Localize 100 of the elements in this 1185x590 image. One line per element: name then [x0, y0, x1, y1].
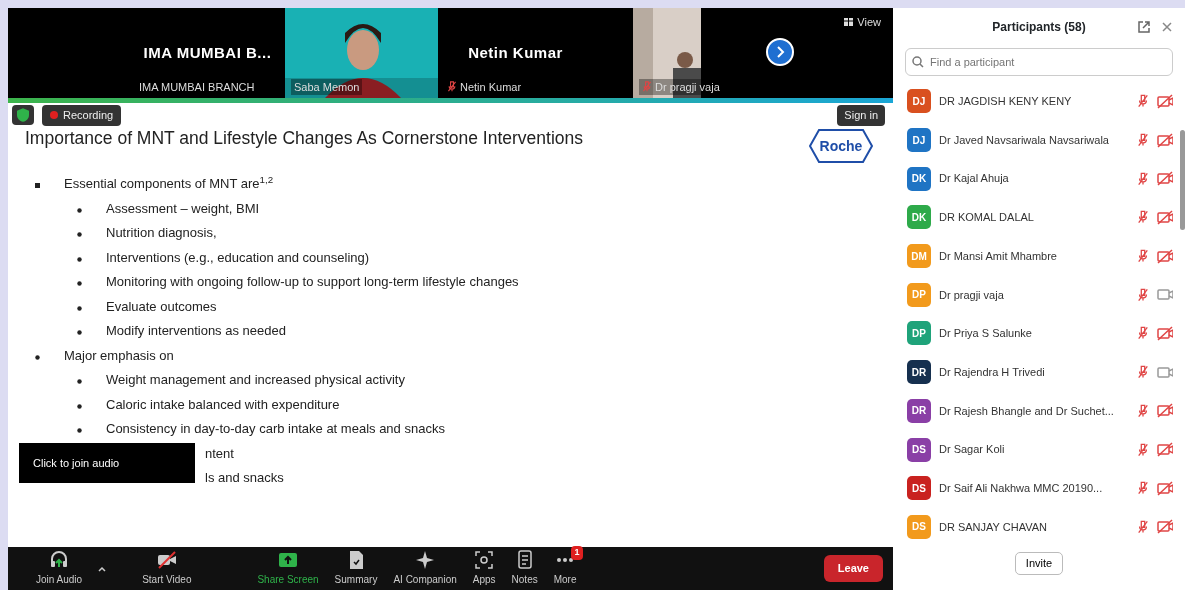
- avatar: DS: [907, 437, 931, 462]
- participant-label: IMA MUMBAI BRANCH: [139, 79, 255, 95]
- bullet-text: Major emphasis on: [64, 346, 174, 365]
- participant-name: DR SANJAY CHAVAN: [939, 519, 1048, 535]
- view-button[interactable]: View: [844, 14, 881, 31]
- scrollbar-thumb[interactable]: [1180, 130, 1185, 230]
- bullet-text: Nutrition diagnosis,: [106, 224, 217, 242]
- participant-row[interactable]: DR Dr Rajesh Bhangle and Dr Suchet...: [893, 391, 1177, 431]
- participant-name: Dr Priya S Salunke: [939, 326, 1033, 342]
- bullet-icon: [77, 305, 82, 311]
- close-button[interactable]: [1161, 20, 1173, 34]
- avatar: DR: [907, 360, 931, 385]
- toolbar-button[interactable]: Apps: [464, 548, 504, 589]
- sign-in-button[interactable]: Sign in: [837, 105, 885, 126]
- toolbar-button[interactable]: Share Screen: [249, 548, 327, 589]
- participant-name: Netin Kumar: [468, 42, 563, 63]
- record-dot-icon: [50, 111, 58, 120]
- bullet-text: Assessment – weight, BMI: [106, 199, 260, 218]
- avatar: DS: [907, 476, 931, 501]
- participant-name: Dr Sagar Koli: [939, 442, 1006, 458]
- toolbar-button[interactable]: Join Audio: [28, 548, 91, 589]
- avatar: DR: [907, 398, 931, 423]
- slide-title: Importance of MNT and Lifestyle Changes As Cornerstone Interventions: [25, 128, 584, 149]
- participant-row[interactable]: DJ DR JAGDISH KENY KENY: [893, 82, 1177, 121]
- avatar: DJ: [907, 89, 931, 114]
- next-page-button[interactable]: [766, 38, 794, 66]
- headphones-icon: [49, 550, 70, 570]
- participant-label: Saba Memon: [294, 79, 360, 95]
- participant-row[interactable]: DS Dr Saif Ali Nakhwa MMC 20190...: [893, 468, 1177, 508]
- bullet-text: ls and snacks: [205, 469, 284, 487]
- bullet-icon: [77, 207, 82, 213]
- hexagon-drawing: [809, 129, 873, 163]
- toolbar-button[interactable]: AI Companion: [385, 548, 465, 589]
- participant-row[interactable]: DM Dr Mansi Amit Mhambre: [893, 236, 1177, 276]
- participant-name: IMA MUMBAI B...: [143, 42, 272, 63]
- participant-row[interactable]: DP Dr Priya S Salunke: [893, 314, 1177, 353]
- join-audio-tooltip: Click to join audio: [19, 443, 195, 483]
- bullet-text: Weight management and increased physical activity: [106, 371, 405, 389]
- participant-name: Dr Javed Navsariwala Navsariwala: [939, 132, 1110, 148]
- participant-row[interactable]: DK Dr Kajal Ahuja: [893, 159, 1177, 199]
- avatar: DK: [907, 205, 931, 230]
- share-screen-icon: [278, 550, 299, 570]
- avatar: DP: [907, 282, 931, 307]
- notification-badge: 1: [571, 546, 583, 560]
- bullet-icon: [77, 403, 82, 409]
- participant-label: Netin Kumar: [460, 79, 522, 95]
- participant-name: DR JAGDISH KENY KENY: [939, 94, 1073, 110]
- bullet-icon: [35, 183, 40, 188]
- participant-row[interactable]: DP Dr pragji vaja: [893, 275, 1177, 315]
- bullet-text: Caloric intake balanced with expenditure: [106, 395, 340, 414]
- pop-out-button[interactable]: [1137, 20, 1151, 34]
- shield-icon: [17, 108, 29, 122]
- search-icon: [912, 56, 924, 68]
- avatar: DS: [907, 514, 931, 539]
- avatar: DK: [907, 166, 931, 191]
- camera-off-icon: [156, 550, 177, 570]
- chevron-right-icon: [775, 46, 785, 58]
- grid-icon: [844, 18, 854, 27]
- bullet-icon: [77, 428, 82, 433]
- toolbar-button[interactable]: More 1: [545, 548, 585, 589]
- avatar: DP: [907, 321, 931, 346]
- participant-name: Dr Saif Ali Nakhwa MMC 20190...: [939, 480, 1104, 496]
- participant-label: Dr pragji vaja: [655, 79, 720, 95]
- bullet-icon: [77, 232, 82, 237]
- participant-row[interactable]: DJ Dr Javed Navsariwala Navsariwala: [893, 120, 1177, 160]
- recording-indicator[interactable]: Recording: [42, 105, 122, 126]
- invite-button[interactable]: Invite: [1014, 552, 1064, 575]
- participant-name: Dr Mansi Amit Mhambre: [939, 248, 1058, 264]
- panel-title: Participants (58): [992, 19, 1086, 36]
- bullet-icon: [77, 281, 82, 286]
- security-button[interactable]: [12, 105, 34, 125]
- bullet-text: Consistency in day-to-day carb intake at meals and snacks: [106, 420, 445, 438]
- participant-row[interactable]: DR Dr Rajendra H Trivedi: [893, 352, 1177, 392]
- bullet-text: ntent: [205, 444, 234, 463]
- toolbar-button[interactable]: Notes: [503, 548, 546, 589]
- avatar: DM: [907, 244, 931, 269]
- apps-icon: [474, 550, 495, 570]
- bullet-icon: [77, 330, 82, 335]
- participant-name: Dr Rajesh Bhangle and Dr Suchet...: [939, 403, 1115, 419]
- participant-row[interactable]: DS Dr Sagar Koli: [893, 430, 1177, 469]
- close-icon: [1161, 21, 1173, 33]
- leave-button[interactable]: Leave: [823, 555, 883, 582]
- bullet-text: Interventions (e.g., education and counseling): [106, 248, 370, 267]
- avatar: DJ: [907, 128, 931, 153]
- participant-name: DR KOMAL DALAL: [939, 210, 1035, 226]
- participant-name: Dr pragji vaja: [939, 287, 1005, 303]
- toolbar-button[interactable]: Start Video: [134, 548, 200, 589]
- participant-name: Dr Rajendra H Trivedi: [939, 364, 1046, 380]
- participant-row[interactable]: DS DR SANJAY CHAVAN: [893, 507, 1177, 547]
- caret-up-icon: [98, 565, 107, 572]
- participant-row[interactable]: DK DR KOMAL DALAL: [893, 198, 1177, 237]
- participant-name: Dr Kajal Ahuja: [939, 171, 1010, 187]
- bullet-icon: [77, 379, 82, 384]
- search-box[interactable]: Find a participant: [905, 48, 1173, 76]
- bullet-text: Monitoring with ongoing follow-up to support long-term lifestyle changes: [106, 273, 519, 291]
- bullet-text: Essential components of MNT are$^{1,2}$: [64, 175, 274, 193]
- logo-text: Roche: [819, 136, 863, 156]
- toolbar-button[interactable]: Summary: [326, 548, 386, 589]
- bullet-icon: [77, 256, 82, 262]
- bullet-text: Modify interventions as needed: [106, 322, 286, 340]
